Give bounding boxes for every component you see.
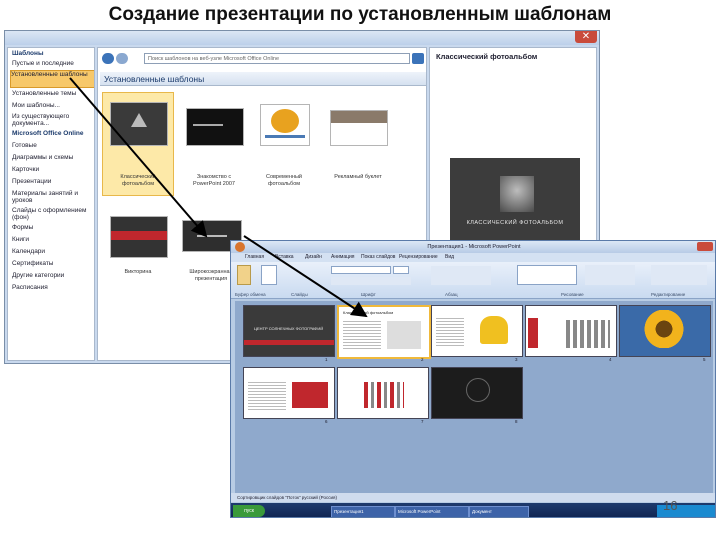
template-label: Рекламный буклет [334, 174, 382, 180]
ribbon: Буфер обмена Слайды Шрифт Абзац Рисовани… [231, 262, 715, 299]
taskbar-item[interactable]: Презентация1 [331, 506, 395, 517]
category-from-existing[interactable]: Из существующего документа... [12, 113, 94, 127]
paste-icon[interactable] [237, 265, 251, 285]
start-button[interactable]: пуск [233, 505, 265, 517]
slide-number: 6 [325, 419, 328, 424]
template-label: Знакомство с PowerPoint 2007 [193, 174, 235, 187]
tab-slideshow[interactable]: Показ слайдов [361, 254, 395, 260]
preview-title: Классический фотоальбом [436, 52, 538, 61]
search-input[interactable]: Поиск шаблонов на веб-узле Microsoft Off… [144, 53, 410, 64]
slide-title: ЦЕНТР СОЛНЕЧНЫХ ФОТОГРАФИЙ [254, 326, 324, 331]
paragraph-buttons[interactable] [431, 266, 491, 285]
category-charts-diagrams[interactable]: Диаграммы и схемы [12, 154, 94, 161]
category-cards[interactable]: Карточки [12, 166, 94, 173]
slide-number: 2 [421, 357, 424, 362]
group-label: Буфер обмена [235, 292, 266, 297]
category-other[interactable]: Другие категории [12, 272, 94, 279]
section-title: Установленные шаблоны [100, 72, 426, 86]
template-categories-pane: Шаблоны Пустые и последние Установленные… [7, 47, 95, 361]
forward-arrow-icon[interactable] [116, 53, 128, 64]
group-label: Шрифт [361, 292, 376, 297]
tab-design[interactable]: Дизайн [305, 254, 322, 260]
slide-number: 4 [609, 357, 612, 362]
tab-home[interactable]: Главная [245, 254, 264, 260]
category-templates[interactable]: Шаблоны [12, 50, 94, 57]
ribbon-tabs: Главная Вставка Дизайн Анимация Показ сл… [231, 253, 715, 262]
taskbar-item[interactable]: Microsoft PowerPoint [395, 506, 469, 517]
slide-number: 1 [325, 357, 328, 362]
close-icon[interactable] [697, 242, 713, 251]
dialog-title-bar [5, 31, 599, 45]
office-button-icon[interactable] [235, 242, 245, 252]
font-size-select[interactable] [393, 266, 409, 274]
search-icon[interactable] [412, 53, 424, 64]
category-featured[interactable]: Готовые [12, 142, 94, 149]
slide-thumbnail[interactable]: ЦЕНТР СОЛНЕЧНЫХ ФОТОГРАФИЙ [243, 305, 335, 357]
tab-animation[interactable]: Анимация [331, 254, 354, 260]
tab-review[interactable]: Рецензирование [399, 254, 438, 260]
shapes-gallery[interactable] [517, 265, 577, 285]
preview-caption: КЛАССИЧЕСКИЙ ФОТОАЛЬБОМ [466, 220, 564, 226]
slide-sorter: ЦЕНТР СОЛНЕЧНЫХ ФОТОГРАФИЙ 1 Классически… [235, 301, 713, 501]
taskbar-item[interactable]: Документ [469, 506, 529, 517]
template-thumb-quiz[interactable] [110, 216, 168, 258]
page-title: Создание презентации по установленным ша… [108, 4, 612, 25]
page-number: 16 [663, 498, 678, 513]
font-name-select[interactable] [331, 266, 391, 274]
category-schedules[interactable]: Расписания [12, 284, 94, 291]
taskbar: пуск Презентация1 Microsoft PowerPoint Д… [231, 503, 715, 517]
slide-thumbnail-selected[interactable]: Классический фотоальбом [337, 305, 431, 359]
slide-number: 7 [421, 419, 424, 424]
slide-thumbnail[interactable] [431, 367, 523, 419]
category-installed-templates[interactable]: Установленные шаблоны [10, 70, 94, 88]
preview-image: КЛАССИЧЕСКИЙ ФОТОАЛЬБОМ [450, 158, 580, 246]
template-thumb-modern[interactable] [260, 104, 310, 146]
slide-thumbnail[interactable] [619, 305, 711, 357]
group-label: Слайды [291, 292, 308, 297]
category-certificates[interactable]: Сертификаты [12, 260, 94, 267]
category-lesson-materials[interactable]: Материалы занятий и уроков [12, 190, 94, 204]
category-forms[interactable]: Формы [12, 224, 94, 231]
category-installed-themes[interactable]: Установленные темы [12, 90, 94, 97]
category-presentations[interactable]: Презентации [12, 178, 94, 185]
editing-buttons[interactable] [651, 265, 707, 285]
close-button[interactable]: ✕ [575, 31, 597, 43]
template-label: Современный фотоальбом [265, 174, 302, 187]
status-bar: Сортировщик слайдов "Поток" русский (Рос… [231, 493, 715, 502]
slide-number: 5 [703, 357, 706, 362]
slide-thumbnail[interactable] [431, 305, 523, 357]
new-slide-icon[interactable] [261, 265, 277, 285]
drawing-buttons[interactable] [585, 265, 635, 285]
template-label: Классический фотоальбом [120, 174, 156, 187]
window-title: Презентация1 - Microsoft PowerPoint [231, 241, 715, 253]
slide-number: 3 [515, 357, 518, 362]
slide-thumbnail[interactable] [525, 305, 617, 357]
back-arrow-icon[interactable] [102, 53, 114, 64]
group-label: Редактирование [651, 292, 686, 297]
template-thumb-classic[interactable] [110, 102, 168, 146]
tab-insert[interactable]: Вставка [275, 254, 294, 260]
slide-thumbnail[interactable] [337, 367, 429, 419]
group-label: Рисование [561, 292, 584, 297]
font-format-buttons[interactable] [331, 277, 411, 285]
slide-thumbnail[interactable] [243, 367, 335, 419]
slide-number: 8 [515, 419, 518, 424]
category-my-templates[interactable]: Мои шаблоны... [12, 102, 94, 109]
template-thumb-booklet[interactable] [330, 110, 388, 146]
tab-view[interactable]: Вид [445, 254, 454, 260]
slide-title: Классический фотоальбом [343, 310, 394, 315]
powerpoint-window: Презентация1 - Microsoft PowerPoint Глав… [230, 240, 716, 518]
category-books[interactable]: Книги [12, 236, 94, 243]
template-thumb-intro[interactable] [186, 108, 244, 146]
category-design-slides[interactable]: Слайды с оформлением (фон) [12, 207, 94, 221]
group-label: Абзац [445, 292, 458, 297]
template-label: Викторина [124, 269, 152, 275]
category-calendars[interactable]: Календари [12, 248, 94, 255]
category-office-online[interactable]: Microsoft Office Online [12, 130, 94, 137]
category-blank-recent[interactable]: Пустые и последние [12, 60, 94, 67]
